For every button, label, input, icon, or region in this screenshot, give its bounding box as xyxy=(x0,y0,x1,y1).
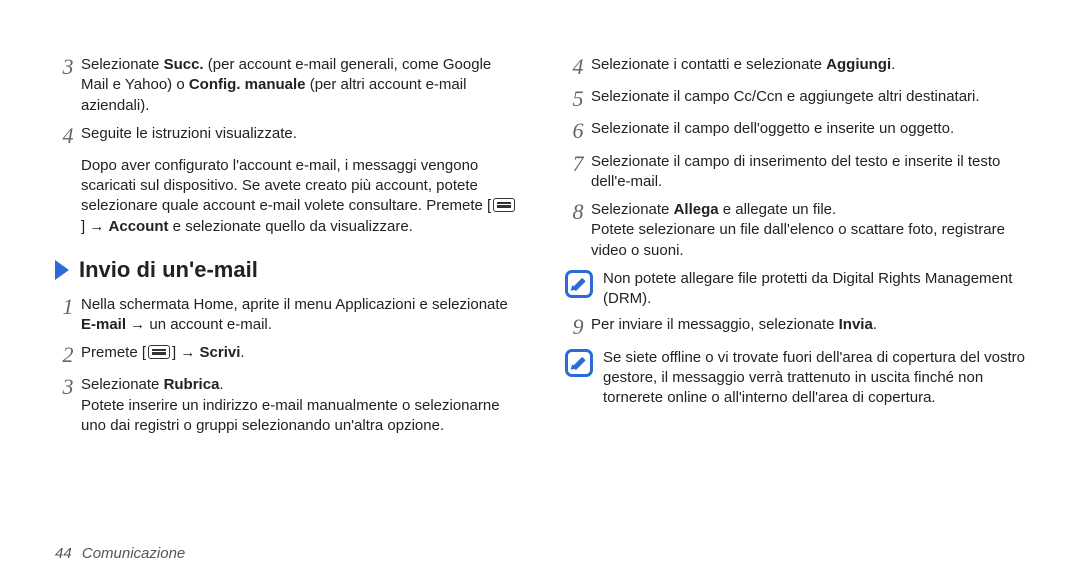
text: Dopo aver configurato l'account e-mail, … xyxy=(81,157,491,215)
text: Selezionate xyxy=(81,376,164,393)
step-3b: 3 Selezionate Rubrica. Potete inserire u… xyxy=(55,375,520,436)
step-subtext: Potete inserire un indirizzo e-mail manu… xyxy=(81,396,520,437)
bold-aggiungi: Aggiungi xyxy=(826,56,891,73)
step-2: 2 Premete [ ] → Scrivi. xyxy=(55,343,520,367)
menu-key-icon xyxy=(493,198,515,212)
text: Selezionate xyxy=(591,201,674,218)
bold-config: Config. manuale xyxy=(189,76,306,93)
bold-scrivi: Scrivi xyxy=(200,344,241,361)
note-icon xyxy=(565,270,593,298)
note-offline: Se siete offline o vi trovate fuori dell… xyxy=(565,348,1030,409)
step-7: 7 Selezionate il campo di inserimento de… xyxy=(565,152,1030,193)
text: ] → xyxy=(81,218,109,235)
pencil-icon xyxy=(572,277,586,291)
text: . xyxy=(873,316,877,333)
heading-text: Invio di un'e-mail xyxy=(79,255,258,285)
step-number: 4 xyxy=(55,124,81,148)
step-1: 1 Nella schermata Home, aprite il menu A… xyxy=(55,295,520,336)
note-drm: Non potete allegare file protetti da Dig… xyxy=(565,269,1030,310)
step-8: 8 Selezionate Allega e allegate un file.… xyxy=(565,200,1030,261)
right-column: 4 Selezionate i contatti e selezionate A… xyxy=(565,55,1030,444)
page-content: 3 Selezionate Succ. (per account e-mail … xyxy=(0,0,1080,444)
step-body: Nella schermata Home, aprite il menu App… xyxy=(81,295,520,336)
bold-invia: Invia xyxy=(839,316,873,333)
text: ] → xyxy=(172,344,200,361)
text: Nella schermata Home, aprite il menu App… xyxy=(81,296,508,313)
section-heading: Invio di un'e-mail xyxy=(55,255,520,285)
step-number: 3 xyxy=(55,375,81,436)
step-body: Seguite le istruzioni visualizzate. xyxy=(81,124,520,148)
text: e allegate un file. xyxy=(719,201,837,218)
step-number: 8 xyxy=(565,200,591,261)
note-icon xyxy=(565,349,593,377)
step-number: 2 xyxy=(55,343,81,367)
step-body: Selezionate Rubrica. Potete inserire un … xyxy=(81,375,520,436)
menu-key-icon xyxy=(148,345,170,359)
step-body: Per inviare il messaggio, selezionate In… xyxy=(591,315,1030,339)
text: Premete [ xyxy=(81,344,146,361)
text: e selezionate quello da visualizzare. xyxy=(169,218,413,235)
step-body: Selezionate Succ. (per account e-mail ge… xyxy=(81,55,520,116)
note-body: Non potete allegare file protetti da Dig… xyxy=(603,269,1030,310)
note-body: Se siete offline o vi trovate fuori dell… xyxy=(603,348,1030,409)
text: Selezionate xyxy=(81,56,164,73)
paragraph: Dopo aver configurato l'account e-mail, … xyxy=(81,156,520,237)
step-body: Premete [ ] → Scrivi. xyxy=(81,343,520,367)
step-body: Selezionate il campo dell'oggetto e inse… xyxy=(591,119,1030,143)
text: . xyxy=(219,376,223,393)
bold-allega: Allega xyxy=(674,201,719,218)
step-number: 9 xyxy=(565,315,591,339)
bold-rubrica: Rubrica xyxy=(164,376,220,393)
step-number: 6 xyxy=(565,119,591,143)
step-body: Selezionate il campo Cc/Ccn e aggiungete… xyxy=(591,87,1030,111)
step-subtext: Potete selezionare un file dall'elenco o… xyxy=(591,220,1030,261)
step-number: 1 xyxy=(55,295,81,336)
step-number: 3 xyxy=(55,55,81,116)
text: Per inviare il messaggio, selezionate xyxy=(591,316,839,333)
step-5: 5 Selezionate il campo Cc/Ccn e aggiunge… xyxy=(565,87,1030,111)
step-4: 4 Seguite le istruzioni visualizzate. xyxy=(55,124,520,148)
step-body: Selezionate Allega e allegate un file. P… xyxy=(591,200,1030,261)
text: . xyxy=(240,344,244,361)
step-number: 7 xyxy=(565,152,591,193)
bold-succ: Succ. xyxy=(164,56,204,73)
step-9: 9 Per inviare il messaggio, selezionate … xyxy=(565,315,1030,339)
pencil-icon xyxy=(572,356,586,370)
left-column: 3 Selezionate Succ. (per account e-mail … xyxy=(55,55,520,444)
text: . xyxy=(891,56,895,73)
step-6: 6 Selezionate il campo dell'oggetto e in… xyxy=(565,119,1030,143)
step-4r: 4 Selezionate i contatti e selezionate A… xyxy=(565,55,1030,79)
step-number: 5 xyxy=(565,87,591,111)
bold-account: Account xyxy=(109,218,169,235)
step-body: Selezionate il campo di inserimento del … xyxy=(591,152,1030,193)
step-3: 3 Selezionate Succ. (per account e-mail … xyxy=(55,55,520,116)
step-number: 4 xyxy=(565,55,591,79)
chevron-icon xyxy=(55,260,69,280)
page-footer: 44 Comunicazione xyxy=(55,544,185,564)
page-number: 44 xyxy=(55,545,72,562)
text: → un account e-mail. xyxy=(126,316,272,333)
section-name: Comunicazione xyxy=(82,545,185,562)
bold-email: E-mail xyxy=(81,316,126,333)
step-body: Selezionate i contatti e selezionate Agg… xyxy=(591,55,1030,79)
text: Selezionate i contatti e selezionate xyxy=(591,56,826,73)
